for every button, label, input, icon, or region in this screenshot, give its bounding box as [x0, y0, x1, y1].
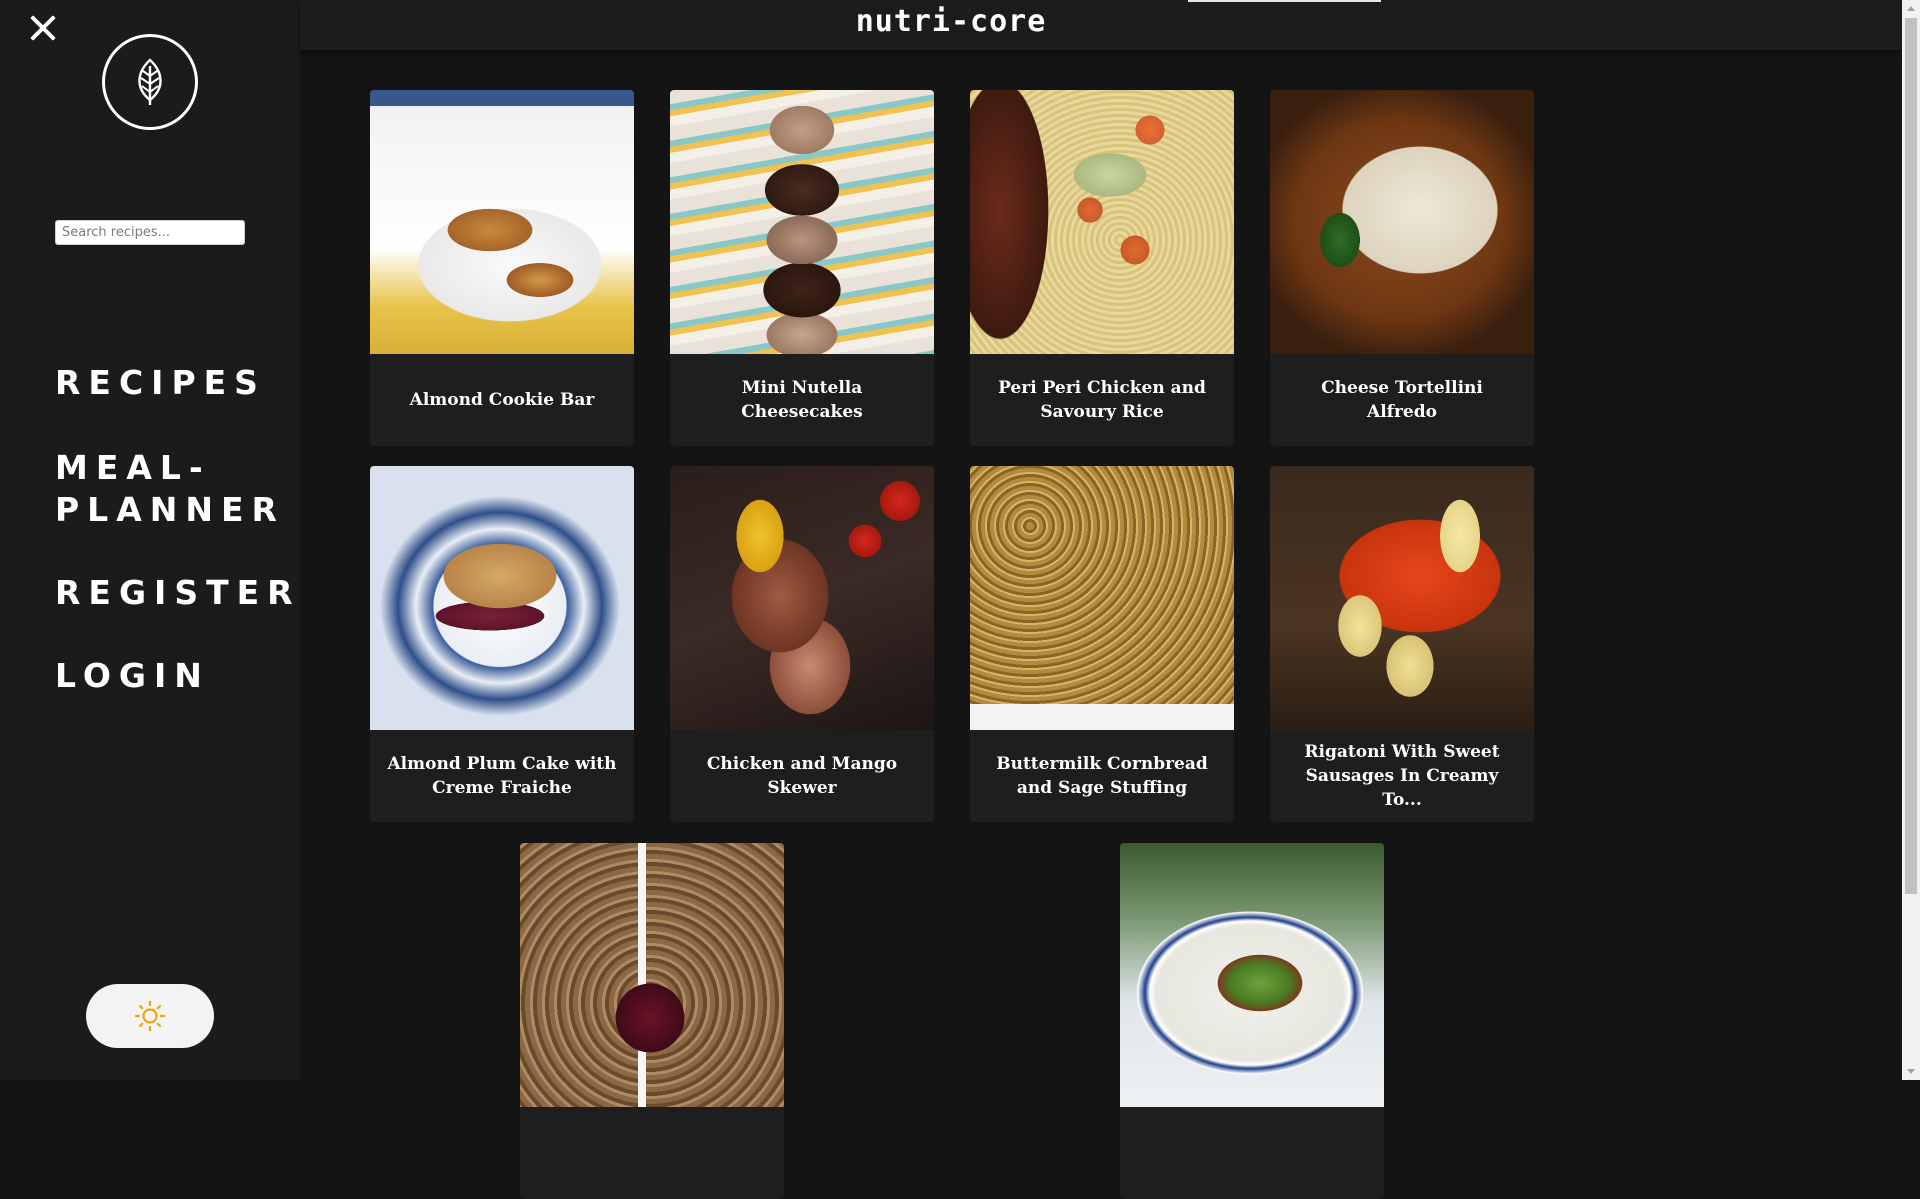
recipe-image	[970, 466, 1234, 730]
recipe-card[interactable]: Cheese Tortellini Alfredo	[1270, 90, 1534, 446]
recipe-card[interactable]: Almond Plum Cake with Creme Fraiche	[370, 466, 634, 822]
recipe-title: Buttermilk Cornbread and Sage Stuffing	[996, 754, 1208, 798]
nav-login[interactable]: LOGIN	[55, 655, 295, 697]
scroll-down-icon[interactable]	[1907, 1069, 1915, 1074]
recipe-image	[1270, 90, 1534, 354]
scroll-up-icon[interactable]	[1907, 6, 1915, 11]
recipe-title: Peri Peri Chicken and Savoury Rice	[998, 378, 1206, 422]
recipe-card[interactable]	[520, 843, 784, 1199]
recipe-image	[970, 90, 1234, 354]
site-title[interactable]: nutri-core	[300, 4, 1602, 39]
nav-meal-planner[interactable]: MEAL-PLANNER	[55, 447, 295, 531]
recipe-title	[1120, 1107, 1384, 1199]
logo[interactable]	[102, 34, 198, 130]
recipe-title: Rigatoni With Sweet Sausages In Creamy T…	[1304, 742, 1500, 810]
recipe-image	[670, 466, 934, 730]
sun-icon	[134, 1000, 166, 1032]
recipe-card[interactable]: Peri Peri Chicken and Savoury Rice	[970, 90, 1234, 446]
recipe-image	[520, 843, 784, 1107]
leaf-icon	[138, 58, 162, 105]
recipe-title	[520, 1107, 784, 1199]
header-accent-line	[1188, 0, 1381, 2]
recipe-card[interactable]: Rigatoni With Sweet Sausages In Creamy T…	[1270, 466, 1534, 822]
recipe-card[interactable]: Almond Cookie Bar	[370, 90, 634, 446]
nav-recipes[interactable]: RECIPES	[55, 362, 295, 404]
recipe-title: Cheese Tortellini Alfredo	[1321, 378, 1483, 422]
recipe-image	[1120, 843, 1384, 1107]
recipe-image	[670, 90, 934, 354]
recipe-image	[370, 90, 634, 354]
nav-register[interactable]: REGISTER	[55, 572, 295, 614]
recipe-card[interactable]: Buttermilk Cornbread and Sage Stuffing	[970, 466, 1234, 822]
sidebar: RECIPES MEAL-PLANNER REGISTER LOGIN	[0, 0, 300, 1080]
recipe-title: Almond Cookie Bar	[409, 390, 595, 410]
vertical-scrollbar[interactable]	[1902, 0, 1920, 1080]
recipe-card[interactable]	[1120, 843, 1384, 1199]
search-input[interactable]	[55, 220, 245, 245]
recipe-title: Almond Plum Cake with Creme Fraiche	[387, 754, 617, 798]
recipe-card[interactable]: Mini Nutella Cheesecakes	[670, 90, 934, 446]
scroll-thumb[interactable]	[1905, 18, 1917, 894]
recipe-title: Chicken and Mango Skewer	[706, 754, 898, 798]
recipe-image	[1270, 466, 1534, 730]
close-icon[interactable]	[26, 11, 60, 45]
recipe-image	[370, 466, 634, 730]
theme-toggle-button[interactable]	[86, 984, 214, 1048]
top-header: nutri-core	[300, 0, 1902, 50]
recipe-title: Mini Nutella Cheesecakes	[741, 378, 863, 422]
recipe-card[interactable]: Chicken and Mango Skewer	[670, 466, 934, 822]
